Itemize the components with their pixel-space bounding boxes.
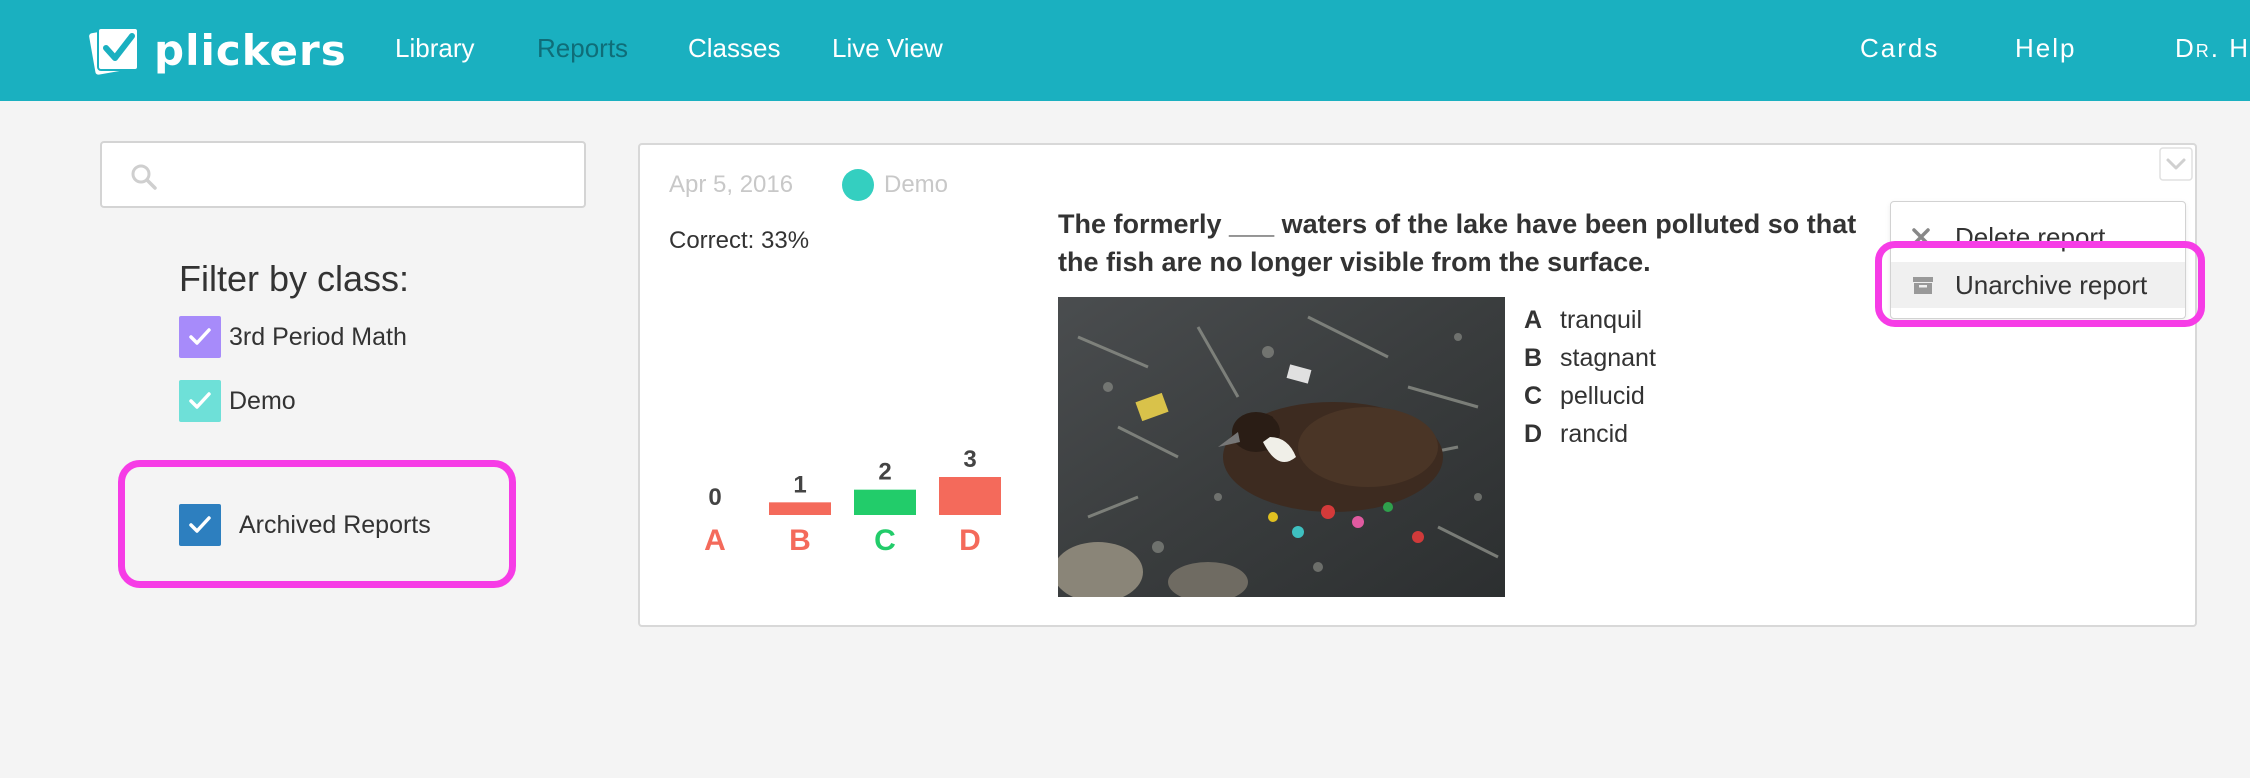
logo-text: plickers xyxy=(154,25,347,75)
answer-option: A tranquil xyxy=(1524,301,1656,339)
answer-list: A tranquil B stagnant C pellucid D ranci… xyxy=(1524,301,1656,453)
search-input[interactable] xyxy=(172,153,572,197)
checkbox-checked-icon[interactable] xyxy=(179,316,221,358)
nav-cards[interactable]: Cards xyxy=(1860,33,1939,64)
nav-library[interactable]: Library xyxy=(395,33,474,64)
bar-value-label: 3 xyxy=(963,446,976,473)
top-nav-bar: plickers Library Reports Classes Live Vi… xyxy=(0,0,2250,101)
report-class-name: Demo xyxy=(884,171,949,198)
bar-category-label: D xyxy=(959,524,981,557)
class-filter-label: Demo xyxy=(229,386,296,415)
logo-card-icon xyxy=(88,22,144,78)
question-image xyxy=(1058,297,1505,597)
archived-reports-label: Archived Reports xyxy=(239,510,431,539)
search-box[interactable] xyxy=(100,141,586,208)
nav-help[interactable]: Help xyxy=(2015,33,2076,64)
class-filter-demo[interactable]: Demo xyxy=(179,380,296,422)
nav-classes[interactable]: Classes xyxy=(688,33,780,64)
bar-value-label: 2 xyxy=(878,459,891,486)
report-date: Apr 5, 2016 xyxy=(669,171,794,198)
filter-by-class-heading: Filter by class: xyxy=(179,258,410,299)
bar-category-label: C xyxy=(874,524,896,557)
correct-percentage: Correct: 33% xyxy=(669,227,810,254)
plickers-logo[interactable]: plickers xyxy=(88,20,347,80)
answer-text: pellucid xyxy=(1560,381,1645,410)
duck-in-polluted-water-photo xyxy=(1058,297,1505,597)
archived-reports-filter[interactable]: Archived Reports xyxy=(179,504,431,546)
checkbox-checked-icon[interactable] xyxy=(179,380,221,422)
nav-live-view[interactable]: Live View xyxy=(832,33,943,64)
search-icon xyxy=(131,164,157,190)
class-filter-label: 3rd Period Math xyxy=(229,322,407,351)
nav-user-menu[interactable]: Dr. Ha xyxy=(2175,33,2250,64)
answer-letter: A xyxy=(1524,305,1543,334)
bar-chart-svg: 0 A 1 B 2 C 3 D xyxy=(704,446,1001,557)
bar-value-label: 0 xyxy=(708,484,721,511)
bar-value-label: 1 xyxy=(793,471,806,498)
answer-letter: C xyxy=(1524,381,1543,410)
bar-c xyxy=(854,489,916,515)
answer-letter: D xyxy=(1524,419,1543,448)
answer-text: rancid xyxy=(1560,419,1629,448)
question-text: The formerly ___ waters of the lake have… xyxy=(1058,209,1857,277)
answer-text: stagnant xyxy=(1560,343,1656,372)
checkbox-checked-icon[interactable] xyxy=(179,504,221,546)
answer-option: D rancid xyxy=(1524,415,1656,453)
answer-text: tranquil xyxy=(1560,305,1642,334)
answer-letter: B xyxy=(1524,343,1543,372)
unarchive-highlight xyxy=(1875,241,2205,327)
class-color-dot xyxy=(842,169,874,201)
bar-d xyxy=(939,477,1001,515)
nav-reports[interactable]: Reports xyxy=(537,33,628,64)
answer-option: B stagnant xyxy=(1524,339,1656,377)
response-bar-chart: 0 A 1 B 2 C 3 D xyxy=(690,435,1001,585)
chevron-down-icon[interactable] xyxy=(2159,147,2193,181)
answer-option: C pellucid xyxy=(1524,377,1656,415)
bar-category-label: A xyxy=(704,524,726,557)
class-filter-3rd-period-math[interactable]: 3rd Period Math xyxy=(179,316,407,358)
bar-category-label: B xyxy=(789,524,811,557)
bar-b xyxy=(769,502,831,515)
